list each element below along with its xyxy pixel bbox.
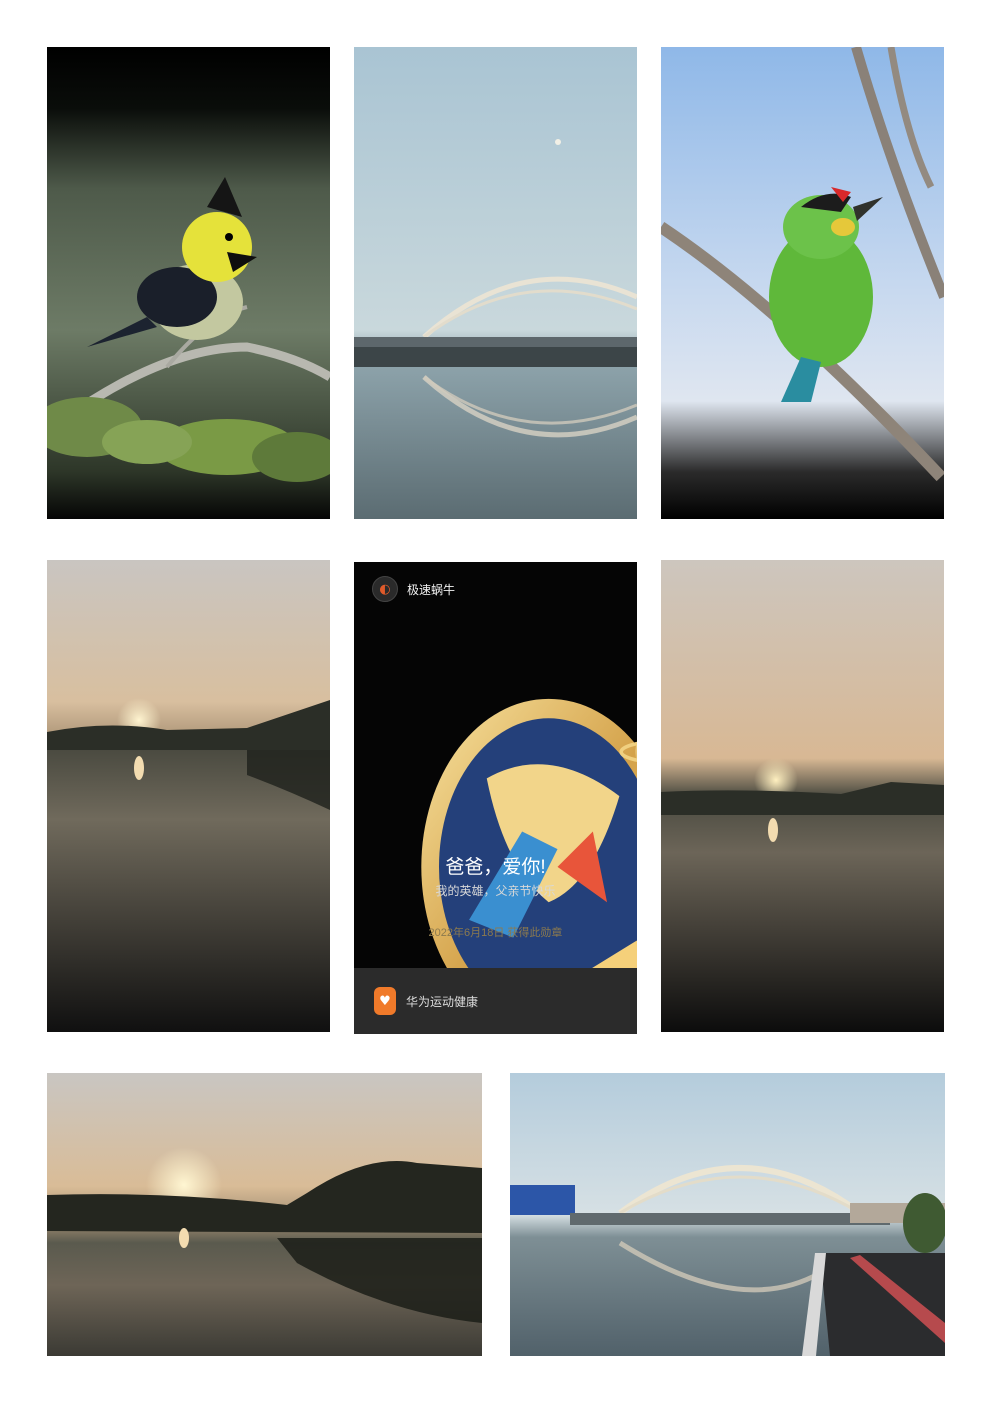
photo-arch-bridge-road[interactable]: [510, 1073, 945, 1356]
app-name: 极速蜗牛: [407, 582, 456, 597]
health-app-icon[interactable]: ♥: [374, 987, 396, 1015]
photo-sunset-river[interactable]: [47, 560, 330, 1032]
footer-app-name: 华为运动健康: [406, 994, 479, 1009]
medal-card[interactable]: ◐ 极速蜗牛 爸爸，爱你! 我的英雄，父亲节快乐 2022年6月18日 获得此勋…: [354, 562, 637, 1034]
card-header: ◐ 极速蜗牛: [372, 576, 455, 602]
photo-bird-barbet[interactable]: [661, 47, 944, 519]
photo-sunset-river-2[interactable]: [661, 560, 944, 1032]
card-title: 爸爸，爱你!: [445, 857, 546, 878]
user-avatar-icon[interactable]: ◐: [372, 576, 398, 602]
photo-sunset-wide[interactable]: [47, 1073, 482, 1356]
card-subtitle: 我的英雄，父亲节快乐: [435, 884, 556, 898]
card-date: 2022年6月18日 获得此勋章: [428, 927, 563, 939]
photo-arch-bridge[interactable]: [354, 47, 637, 519]
photo-bird-tit[interactable]: [47, 47, 330, 519]
card-footer[interactable]: ♥ 华为运动健康: [354, 968, 637, 1034]
